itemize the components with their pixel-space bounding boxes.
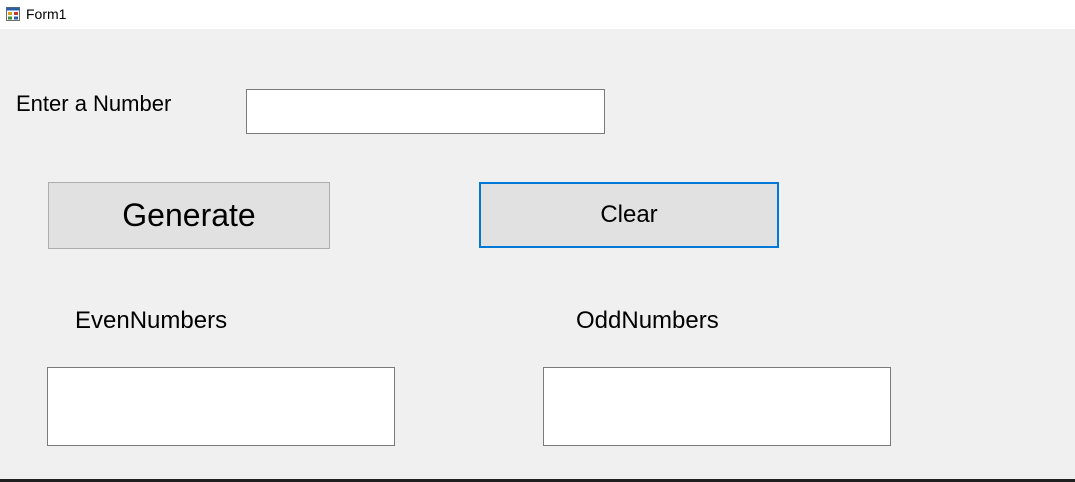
generate-button[interactable]: Generate — [48, 182, 330, 249]
odd-numbers-output[interactable] — [543, 367, 891, 446]
clear-button[interactable]: Clear — [479, 182, 779, 248]
even-numbers-label: EvenNumbers — [75, 307, 228, 334]
form-app-icon — [6, 7, 20, 21]
window-title: Form1 — [26, 6, 67, 22]
enter-number-label: Enter a Number — [16, 91, 172, 116]
title-bar: Form1 — [0, 0, 1075, 29]
odd-numbers-label: OddNumbers — [576, 307, 719, 334]
number-input[interactable] — [246, 89, 605, 134]
even-numbers-output[interactable] — [47, 367, 395, 446]
